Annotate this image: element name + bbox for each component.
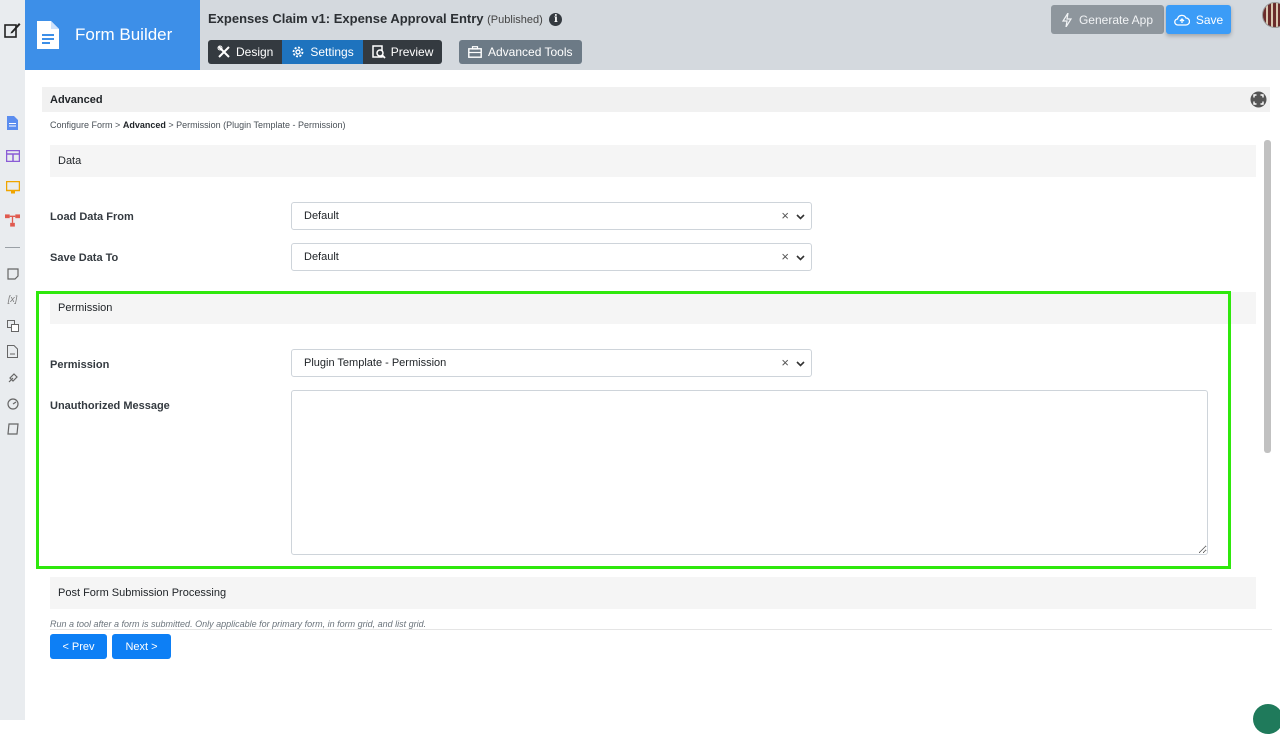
tab-preview[interactable]: Preview (362, 40, 443, 64)
tab-settings[interactable]: Settings (282, 40, 363, 64)
brand-title: Form Builder (75, 25, 173, 44)
rail-divider (5, 247, 20, 248)
tab-preview-label: Preview (390, 45, 434, 59)
permission-select[interactable]: Plugin Template - Permission × (291, 349, 812, 377)
form-icon[interactable] (5, 115, 20, 130)
breadcrumb-configure-form[interactable]: Configure Form (50, 120, 113, 130)
advanced-tools-button[interactable]: Advanced Tools (459, 40, 582, 64)
top-header: Form Builder Expenses Claim v1: Expense … (25, 0, 1280, 70)
data-section-header: Data (50, 145, 1256, 177)
load-data-from-select[interactable]: Default × (291, 202, 812, 230)
gauge-icon[interactable] (5, 396, 20, 411)
tab-design[interactable]: Design (208, 40, 283, 64)
breadcrumb-separator: > (115, 120, 121, 130)
form-status: (Published) (487, 14, 543, 26)
load-data-from-label: Load Data From (50, 211, 134, 223)
scrollbar[interactable] (1264, 140, 1271, 453)
chevron-down-icon[interactable] (796, 253, 805, 262)
table-icon[interactable] (5, 148, 20, 163)
chevron-down-icon[interactable] (796, 359, 805, 368)
toolbox-icon (468, 46, 482, 58)
clear-icon[interactable]: × (781, 356, 789, 369)
breadcrumb-separator: > (168, 120, 174, 130)
clear-icon[interactable]: × (781, 250, 789, 263)
avatar[interactable] (1262, 2, 1280, 28)
data-section-title: Data (58, 155, 82, 167)
breadcrumb-advanced[interactable]: Advanced (123, 120, 166, 130)
info-icon[interactable]: i (549, 13, 563, 26)
fullscreen-icon[interactable] (1250, 91, 1267, 108)
left-rail: [x] (0, 0, 25, 720)
generate-app-button[interactable]: Generate App (1051, 5, 1164, 34)
unauthorized-message-textarea[interactable] (291, 390, 1208, 555)
note-icon[interactable] (5, 266, 20, 281)
post-submission-section-title: Post Form Submission Processing (58, 587, 227, 599)
advanced-tools-label: Advanced Tools (488, 45, 573, 59)
content-header: Advanced (42, 87, 1270, 112)
breadcrumb: Configure Form > Advanced > Permission (… (50, 120, 346, 130)
tab-design-label: Design (236, 45, 274, 59)
bolt-icon (1061, 12, 1072, 27)
save-button[interactable]: Save (1166, 5, 1231, 34)
unauthorized-message-label: Unauthorized Message (50, 400, 170, 412)
document-icon (37, 21, 59, 49)
edit-icon[interactable] (2, 20, 22, 40)
permission-label: Permission (50, 359, 110, 371)
load-data-from-value: Default (304, 210, 339, 222)
workflow-icon[interactable] (5, 213, 20, 228)
preview-icon (371, 45, 386, 59)
floating-action-button[interactable] (1253, 704, 1280, 734)
tab-settings-label: Settings (310, 45, 354, 59)
breadcrumb-permission: Permission (Plugin Template - Permission… (176, 120, 346, 130)
builder-tabs: Design Settings Preview (208, 40, 443, 64)
document-icon[interactable] (5, 344, 20, 359)
brand-block: Form Builder (25, 0, 200, 70)
post-submission-note: Run a tool after a form is submitted. On… (50, 619, 1272, 630)
permission-section-title: Permission (58, 302, 113, 314)
generate-app-label: Generate App (1078, 12, 1154, 27)
form-title: Expenses Claim v1: Expense Approval Entr… (208, 11, 563, 26)
gear-icon (292, 46, 304, 58)
save-data-to-select[interactable]: Default × (291, 243, 812, 271)
translate-icon[interactable] (5, 318, 20, 333)
plugin-icon[interactable] (5, 370, 20, 385)
clear-icon[interactable]: × (781, 209, 789, 222)
post-submission-section-header: Post Form Submission Processing (50, 577, 1256, 609)
next-button[interactable]: Next > (112, 634, 171, 659)
cloud-upload-icon (1173, 14, 1190, 26)
variable-icon[interactable]: [x] (5, 291, 20, 306)
page-title: Advanced (50, 94, 103, 106)
monitor-icon[interactable] (5, 180, 20, 195)
chevron-down-icon[interactable] (796, 212, 805, 221)
clipboard-icon[interactable] (5, 421, 20, 436)
permission-section-header: Permission (50, 292, 1256, 324)
tools-icon (217, 45, 230, 58)
form-name: Expenses Claim v1: Expense Approval Entr… (208, 11, 484, 26)
save-label: Save (1195, 12, 1224, 27)
permission-value: Plugin Template - Permission (304, 357, 447, 369)
save-data-to-label: Save Data To (50, 252, 119, 264)
save-data-to-value: Default (304, 251, 339, 263)
prev-button[interactable]: < Prev (50, 634, 107, 659)
